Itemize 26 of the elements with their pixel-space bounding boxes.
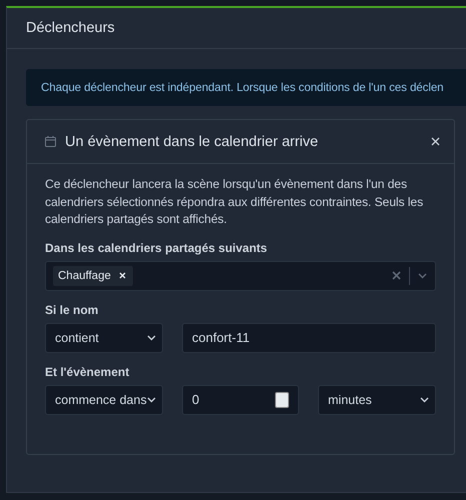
condition-select[interactable]: commence dans	[45, 384, 163, 414]
close-icon	[431, 137, 440, 146]
tag-label: Chauffage	[58, 270, 111, 282]
remove-tag-button[interactable]	[118, 272, 126, 279]
chevron-down-icon	[147, 396, 156, 402]
card-title: Un évènement dans le calendrier arrive	[65, 134, 320, 150]
chevron-down-icon	[418, 272, 427, 278]
panel-title: Déclencheurs	[7, 8, 466, 49]
clear-icon[interactable]	[392, 271, 401, 280]
chevron-down-icon	[420, 396, 429, 402]
field-label: Et l'évènement	[45, 364, 130, 378]
close-button[interactable]	[431, 137, 440, 146]
select-value: contient	[55, 330, 99, 344]
info-alert: Chaque déclencheur est indépendant. Lorsque les conditions de l'un ces déclen	[26, 69, 466, 106]
field-label: Si le nom	[45, 302, 100, 316]
description: Ce déclencheur lancera la scène lorsqu'un évènement dans l'un des calendriers sélectionnés répondra aux différentes contraintes. Seuls les calendriers partagés sont affichés.	[45, 176, 424, 228]
spinner-icon[interactable]	[275, 392, 289, 408]
operator-select[interactable]: contient	[45, 322, 163, 352]
amount-input[interactable]: 0	[182, 384, 299, 414]
close-icon	[118, 272, 126, 279]
field-label: Dans les calendriers partagés suivants	[45, 240, 268, 254]
calendar-multiselect[interactable]: Chauffage	[45, 260, 436, 290]
chevron-down-icon	[147, 334, 156, 340]
calendar-icon	[45, 136, 56, 147]
name-input[interactable]: confort-11	[182, 322, 436, 352]
unit-select[interactable]: minutes	[318, 384, 436, 414]
